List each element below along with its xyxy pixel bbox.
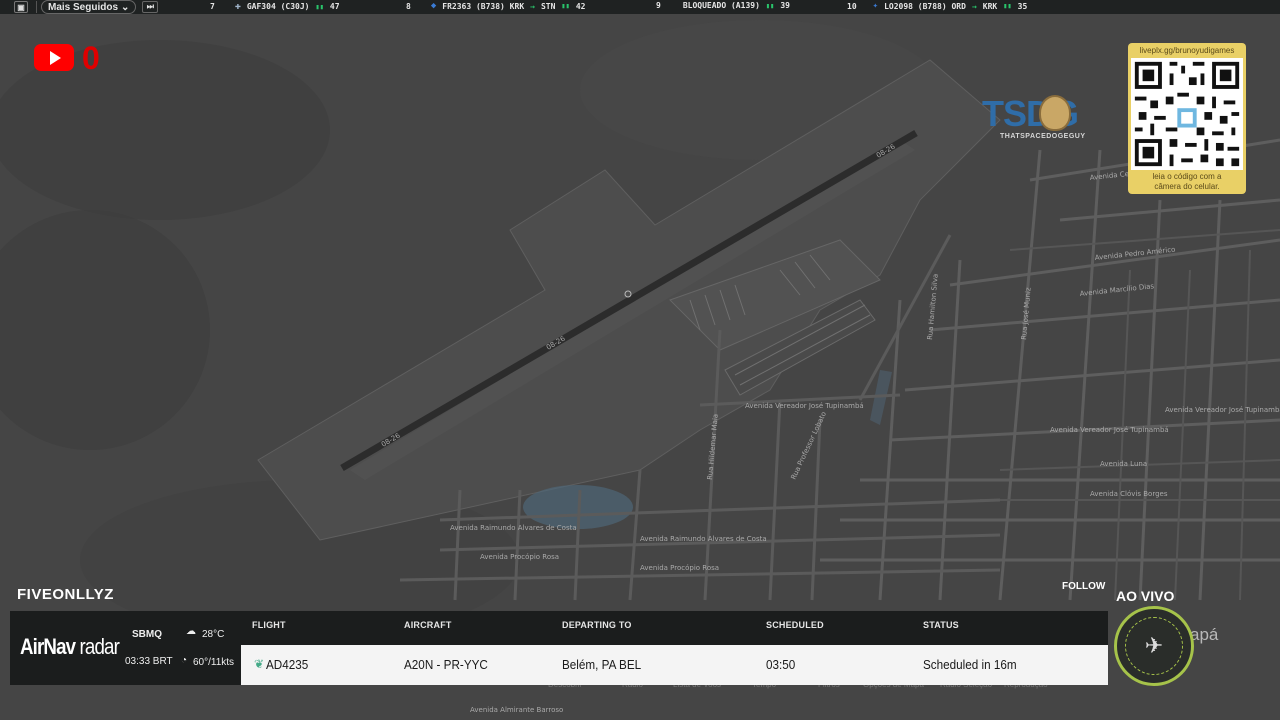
aircraft-type: A20N - PR-YYC (404, 657, 488, 672)
col-header-flight: FLIGHT (252, 620, 286, 630)
ticker-flight: BLOQUEADO (A139) (682, 1, 760, 10)
ticker-item[interactable]: 8 ◆ FR2363 (B738) KRK → STN ▮▮ 42 (406, 1, 586, 11)
street-label: Avenida Clóvis Borges (1090, 490, 1168, 498)
street-label: Avenida Almirante Barroso (470, 706, 563, 714)
ticker-flight: LO2098 (B788) ORD (884, 1, 966, 11)
ticker-count: 35 (1017, 1, 1028, 11)
skip-next-icon[interactable]: ⏭ (142, 1, 159, 13)
arrow-right-icon: → (530, 1, 535, 11)
col-header-departing: DEPARTING TO (562, 620, 632, 630)
divider (36, 1, 37, 13)
signal-bars-icon: ▮▮ (561, 2, 570, 10)
airplane-club-badge-icon: ✈ (1114, 606, 1194, 686)
signal-bars-icon: ▮▮ (315, 2, 324, 11)
flight-number: AD4235 (266, 657, 309, 672)
ticker-count: 39 (780, 1, 790, 10)
follow-button[interactable]: FOLLOW (1062, 581, 1105, 592)
channel-logo: TSDG THATSPACEDOGEGUY (982, 93, 1107, 145)
local-time: 03:33 BRT (125, 656, 173, 667)
col-header-aircraft: AIRCRAFT (404, 620, 452, 630)
wind-icon: ◔ (181, 655, 188, 666)
departing-to: Belém, PA BEL (562, 657, 642, 672)
qr-caption-line: leia o código com a (1152, 172, 1222, 181)
ticker-item[interactable]: 7 ✚ GAF304 (C30J) ▮▮ 47 (210, 1, 340, 12)
temperature: 28°C (202, 629, 225, 640)
col-header-status: STATUS (923, 620, 959, 630)
airline-harp-icon: ◆ (430, 1, 437, 11)
airline-star-icon: ✦ (872, 1, 879, 11)
street-label: Avenida Luna (1100, 460, 1147, 468)
signal-bars-icon: ▮▮ (765, 1, 775, 10)
airport-code: SBMQ (132, 629, 162, 640)
flight-status: Scheduled in 16m (923, 657, 1017, 672)
ticker-item[interactable]: 10 ✦ LO2098 (B788) ORD → KRK ▮▮ 35 (847, 1, 1027, 11)
ticker-count: 42 (575, 1, 586, 11)
ticker-rank: 8 (406, 1, 411, 11)
ticker-item[interactable]: 9 BLOQUEADO (A139) ▮▮ 39 (656, 1, 790, 10)
ticker-count: 47 (329, 2, 340, 11)
stream-name: FIVEONLLYZ (17, 586, 114, 603)
qr-url: liveplx.gg/brunoyudigames (1139, 46, 1235, 55)
ticker-dest: KRK (982, 1, 998, 11)
filter-label: Mais Seguidos (48, 1, 119, 13)
ticker-rank: 7 (210, 2, 215, 11)
filter-dropdown[interactable]: Mais Seguidos ⌄ (41, 0, 137, 14)
signal-bars-icon: ▮▮ (1003, 2, 1012, 10)
doge-icon (1039, 95, 1071, 131)
brand-bold: AirNav (20, 634, 76, 659)
brand-light: radar (79, 634, 120, 659)
qr-code-icon (1131, 58, 1243, 170)
arrow-right-icon: → (971, 1, 977, 11)
street-label: Avenida Procópio Rosa (640, 564, 719, 572)
col-header-scheduled: SCHEDULED (766, 620, 824, 630)
stream-overlay: 08-26 08-26 08-26 Avenida Pedro Américo … (0, 0, 1280, 720)
street-label: Avenida Raimundo Alvares de Costa (450, 524, 577, 532)
street-label: Avenida Raimundo Alvares de Costa (640, 535, 767, 543)
tab-window-icon[interactable]: ▣ (14, 1, 28, 13)
youtube-icon (34, 44, 74, 71)
ticker-flight: GAF304 (C30J) (246, 2, 310, 11)
ticker-rank: 9 (656, 1, 661, 10)
ticker-flight: FR2363 (B738) KRK (442, 1, 525, 11)
logo-subtitle: THATSPACEDOGEGUY (1000, 133, 1086, 140)
map-place-label: apá (1190, 625, 1219, 644)
airline-logo-icon: ❦ (254, 657, 265, 671)
top-ticker-bar: ▣ Mais Seguidos ⌄ ⏭ 7 ✚ GAF304 (C30J) ▮▮… (0, 0, 1280, 14)
street-label: Avenida Procópio Rosa (480, 553, 559, 561)
qr-card: liveplx.gg/brunoyudigames leia o código … (1128, 43, 1246, 194)
airnav-brand: AirNav radar (20, 634, 120, 660)
street-label: Avenida Vereador José Tupinambá (745, 402, 864, 410)
ticker-rank: 10 (847, 1, 857, 11)
ticker-dest: STN (540, 1, 556, 11)
wind: 60°/11kts (193, 657, 235, 668)
chevron-down-icon: ⌄ (121, 1, 130, 13)
cloud-icon: ☁ (186, 626, 196, 637)
qr-caption-line: câmera do celular. (1154, 182, 1220, 191)
plus-cross-icon: ✚ (234, 1, 241, 12)
scheduled-time: 03:50 (766, 657, 796, 672)
qr-code (1131, 58, 1243, 170)
airplane-icon: ✈ (1125, 617, 1183, 675)
live-label: AO VIVO (1116, 588, 1175, 604)
street-label: Avenida Vereador José Tupinambá (1165, 406, 1280, 414)
youtube-viewer-count: 0 (82, 40, 100, 76)
street-label: Avenida Vereador José Tupinambá (1050, 426, 1169, 434)
qr-caption: leia o código com a câmera do celular. (1131, 172, 1243, 192)
